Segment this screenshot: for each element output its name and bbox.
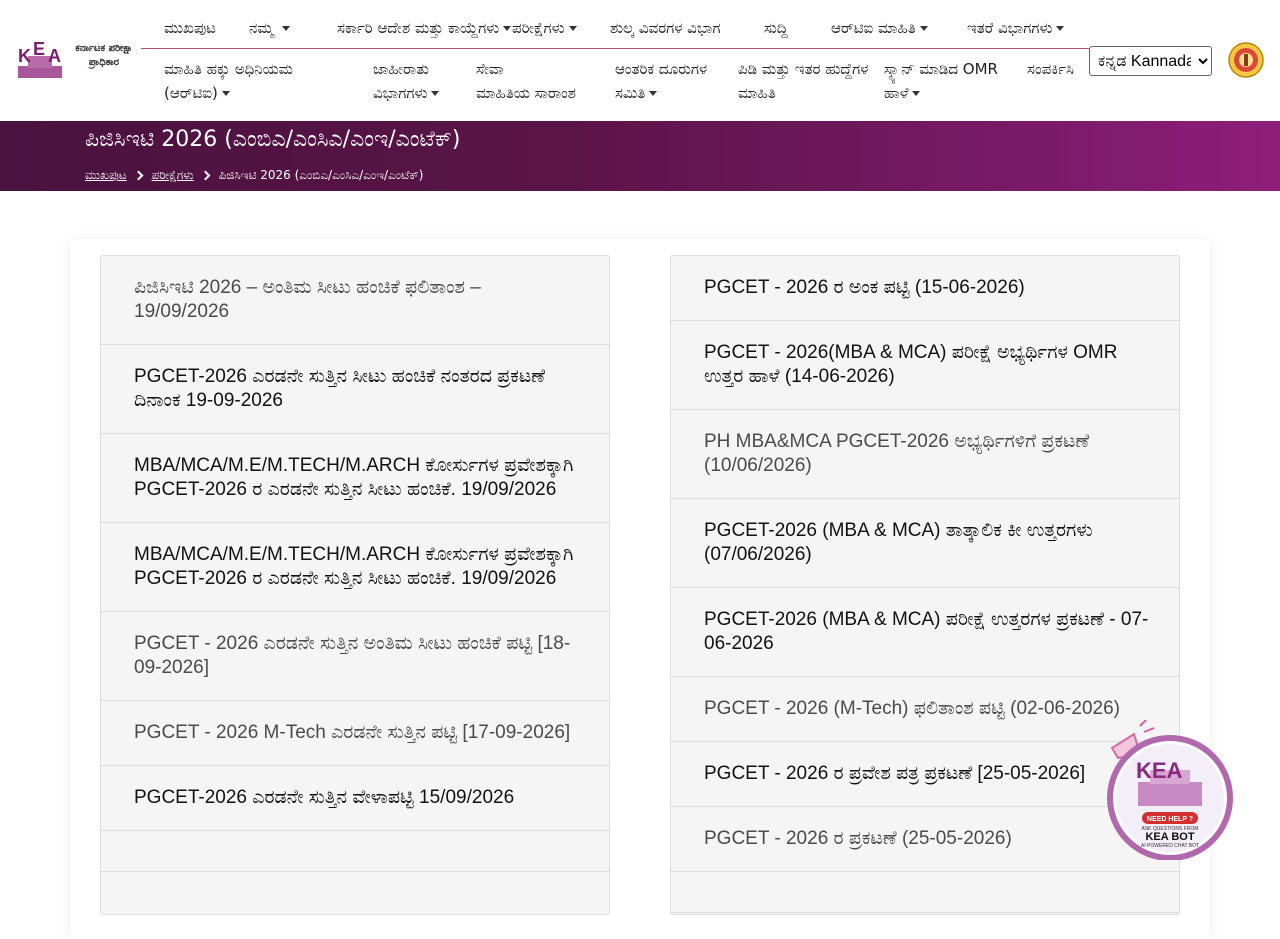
nav-about-label: ನಮ್ಮ xyxy=(249,19,279,37)
list-item-text: PGCET-2026 (MBA & MCA) ತಾತ್ಕಾಲಿಕ ಕೀ ಉತ್ತ… xyxy=(704,520,1093,565)
breadcrumb-home[interactable]: ಮುಖಪುಟ xyxy=(85,166,127,184)
bot-powered: AI POWERED CHAT BOT xyxy=(1141,843,1199,849)
list-item-text: PGCET - 2026 ರ ಅಂಕ ಪಟ್ಟಿ (15-06-2026) xyxy=(704,277,1025,298)
nav-pd-posts[interactable]: ಪಿಡಿ ಮತ್ತು ಇತರ ಹುದ್ದೆಗಳ ಮಾಹಿತಿ xyxy=(738,57,868,105)
nav-exams-label: ಪರೀಕ್ಷೆಗಳು xyxy=(512,19,565,37)
notice-list-left: ಪಿಜಿಸಿಇಟಿ 2026 – ಅಂತಿಮ ಸೀಟು ಹಂಚಿಕೆ ಫಲಿತಾ… xyxy=(100,255,610,915)
list-item-text: PGCET - 2026 M-Tech ಎರಡನೇ ಸುತ್ತಿನ ಪಟ್ಟಿ … xyxy=(134,722,571,743)
list-item[interactable]: PGCET-2026 ಎರಡನೇ ಸುತ್ತಿನ ವೇಳಾಪಟ್ಟಿ 15/09… xyxy=(101,766,609,831)
bot-need-help: NEED HELP ? xyxy=(1147,816,1193,823)
nav-rti-act-line2-text: (ಆರ್‌ಟಿಐ) xyxy=(164,84,218,102)
list-item[interactable]: PH MBA&MCA PGCET-2026 ಅಭ್ಯರ್ಥಿಗಳಿಗೆ ಪ್ರಕ… xyxy=(671,410,1179,499)
list-item[interactable] xyxy=(101,831,609,872)
nav-internal-committee[interactable]: ಆಂತರಿಕ ದೂರುಗಳ ಸಮಿತಿ xyxy=(615,57,707,105)
nav-about[interactable]: ನಮ್ಮ xyxy=(249,16,290,40)
nav-pd-posts-line2: ಮಾಹಿತಿ xyxy=(738,84,776,102)
nav-other-sections[interactable]: ಇತರೆ ವಿಭಾಗಗಳು xyxy=(967,16,1064,40)
nav-scanned-omr-line2-text: ಹಾಳೆ xyxy=(884,84,909,102)
nav-scanned-omr-line1: ಸ್ಕ್ಯಾನ್ ಮಾಡಿದ OMR xyxy=(884,60,998,78)
nav-home[interactable]: ಮುಖಪುಟ xyxy=(164,16,216,40)
nav-contact[interactable]: ಸಂಪರ್ಕಿಸಿ xyxy=(1027,57,1089,81)
breadcrumb-exams[interactable]: ಪರೀಕ್ಷೆಗಳು xyxy=(152,166,194,184)
chevron-right-icon xyxy=(200,170,211,180)
nav-service-summary-line2: ಮಾಹಿತಿಯ ಸಾರಾಂಶ xyxy=(476,84,577,102)
list-item-text: PGCET-2026 ಎರಡನೇ ಸುತ್ತಿನ ವೇಳಾಪಟ್ಟಿ 15/09… xyxy=(134,787,515,808)
nav-advertisements-line2: ವಿಭಾಗಗಳು xyxy=(373,81,439,105)
list-item[interactable]: PGCET-2026 (MBA & MCA) ತಾತ್ಕಾಲಿಕ ಕೀ ಉತ್ತ… xyxy=(671,499,1179,588)
list-item[interactable]: PGCET - 2026 ರ ಪ್ರಕಟಣೆ (25-05-2026) xyxy=(671,807,1179,872)
list-item[interactable]: PGCET - 2026 M-Tech ಎರಡನೇ ಸುತ್ತಿನ ಪಟ್ಟಿ … xyxy=(101,701,609,766)
bot-logo-letter-k: KEA xyxy=(1136,758,1183,783)
kea-logo-mark-icon: K E A xyxy=(18,40,62,78)
list-item-text: PH MBA&MCA PGCET-2026 ಅಭ್ಯರ್ಥಿಗಳಿಗೆ ಪ್ರಕ… xyxy=(704,431,1090,476)
list-item-text: PGCET - 2026 ರ ಪ್ರವೇಶ ಪತ್ರ ಪ್ರಕಟಣೆ [25-0… xyxy=(704,763,1086,784)
list-item-text: PGCET-2026 ಎರಡನೇ ಸುತ್ತಿನ ಸೀಟು ಹಂಚಿಕೆ ನಂತ… xyxy=(134,366,546,411)
nav-rti-act-line1: ಮಾಹಿತಿ ಹಕ್ಕು ಅಧಿನಿಯಮ xyxy=(164,60,293,78)
list-item-text: MBA/MCA/M.E/M.TECH/M.ARCH ಕೋರ್ಸುಗಳ ಪ್ರವೇ… xyxy=(134,544,574,589)
site-header: K E A ಕರ್ನಾಟಕ ಪರೀಕ್ಷಾ ಪ್ರಾಧಿಕಾರ ಮುಖಪುಟ ನ… xyxy=(0,0,1280,121)
nav-advertisements-line2-text: ವಿಭಾಗಗಳು xyxy=(373,84,428,102)
nav-rti-act[interactable]: ಮಾಹಿತಿ ಹಕ್ಕು ಅಧಿನಿಯಮ (ಆರ್‌ಟಿಐ) xyxy=(164,57,293,105)
list-item[interactable]: PGCET - 2026 (M-Tech) ಫಲಿತಾಂಶ ಪಟ್ಟಿ (02-… xyxy=(671,677,1179,742)
nav-scanned-omr[interactable]: ಸ್ಕ್ಯಾನ್ ಮಾಡಿದ OMR ಹಾಳೆ xyxy=(884,57,998,105)
list-item[interactable]: PGCET - 2026(MBA & MCA) ಪರೀಕ್ಷೆ ಅಭ್ಯರ್ಥಿ… xyxy=(671,321,1179,410)
nav-internal-committee-line2-text: ಸಮಿತಿ xyxy=(615,84,646,102)
list-item[interactable]: PGCET - 2026 ರ ಅಂಕ ಪಟ್ಟಿ (15-06-2026) xyxy=(671,256,1179,321)
bot-name: KEA BOT xyxy=(1145,831,1194,843)
nav-fee-details[interactable]: ಶುಲ್ಕ ವಿವರಗಳ ವಿಭಾಗ xyxy=(610,16,721,40)
list-item[interactable]: MBA/MCA/M.E/M.TECH/M.ARCH ಕೋರ್ಸುಗಳ ಪ್ರವೇ… xyxy=(101,523,609,612)
list-item[interactable]: PGCET - 2026 ಎರಡನೇ ಸುತ್ತಿನ ಅಂತಿಮ ಸೀಟು ಹಂ… xyxy=(101,612,609,701)
language-select[interactable]: ಕನ್ನಡ Kannada English xyxy=(1089,46,1212,76)
nav-govt-orders[interactable]: ಸರ್ಕಾರಿ ಆದೇಶ ಮತ್ತು ಕಾಯ್ದೆಗಳು xyxy=(337,16,511,40)
nav-pd-posts-line1: ಪಿಡಿ ಮತ್ತು ಇತರ ಹುದ್ದೆಗಳ xyxy=(738,60,869,78)
list-item-text: PGCET - 2026 ಎರಡನೇ ಸುತ್ತಿನ ಅಂತಿಮ ಸೀಟು ಹಂ… xyxy=(134,633,571,678)
nav-exams[interactable]: ಪರೀಕ್ಷೆಗಳು xyxy=(512,16,577,40)
page-title: ಪಿಜಿಸಿಇಟಿ 2026 (ಎಂಬಿಎ/ಎಂಸಿಎ/ಎಂಇ/ಎಂಟೆಕ್) xyxy=(85,127,461,152)
nav-govt-orders-label: ಸರ್ಕಾರಿ ಆದೇಶ ಮತ್ತು ಕಾಯ್ದೆಗಳು xyxy=(337,19,500,37)
list-item[interactable]: PGCET-2026 ಎರಡನೇ ಸುತ್ತಿನ ಸೀಟು ಹಂಚಿಕೆ ನಂತ… xyxy=(101,345,609,434)
chevron-right-icon xyxy=(133,170,144,180)
list-item-text: PGCET - 2026 ರ ಪ್ರಕಟಣೆ (25-05-2026) xyxy=(704,828,1012,849)
nav-service-summary-line1: ಸೇವಾ xyxy=(476,60,504,78)
list-item-text: PGCET-2026 (MBA & MCA) ಪರೀಕ್ಷೆ ಉತ್ತರಗಳ ಪ… xyxy=(704,609,1149,654)
list-item-text: PGCET - 2026(MBA & MCA) ಪರೀಕ್ಷೆ ಅಭ್ಯರ್ಥಿ… xyxy=(704,342,1118,387)
svg-text:A: A xyxy=(48,46,61,66)
list-item[interactable] xyxy=(671,872,1179,913)
svg-text:K: K xyxy=(18,46,31,66)
breadcrumb: ಮುಖಪುಟ ಪರೀಕ್ಷೆಗಳು ಪಿಜಿಸಿಇಟಿ 2026 (ಎಂಬಿಎ/… xyxy=(85,166,423,184)
list-item[interactable]: ಪಿಜಿಸಿಇಟಿ 2026 – ಅಂತಿಮ ಸೀಟು ಹಂಚಿಕೆ ಫಲಿತಾ… xyxy=(101,256,609,345)
nav-internal-committee-line2: ಸಮಿತಿ xyxy=(615,81,707,105)
svg-text:E: E xyxy=(33,40,45,59)
nav-service-summary[interactable]: ಸೇವಾ ಮಾಹಿತಿಯ ಸಾರಾಂಶ xyxy=(476,57,576,105)
list-item-text: PGCET - 2026 (M-Tech) ಫಲಿತಾಂಶ ಪಟ್ಟಿ (02-… xyxy=(704,698,1121,719)
list-item[interactable]: MBA/MCA/M.E/M.TECH/M.ARCH ಕೋರ್ಸುಗಳ ಪ್ರವೇ… xyxy=(101,434,609,523)
list-item[interactable]: PGCET - 2026 ರ ಪ್ರವೇಶ ಪತ್ರ ಪ್ರಕಟಣೆ [25-0… xyxy=(671,742,1179,807)
nav-scanned-omr-line2: ಹಾಳೆ xyxy=(884,81,998,105)
nav-rti-act-line2: (ಆರ್‌ಟಿಐ) xyxy=(164,81,293,105)
nav-divider xyxy=(141,48,1089,49)
karnataka-emblem-icon xyxy=(1228,42,1264,78)
nav-rti-info-label: ಆರ್‌ಟಿಐ ಮಾಹಿತಿ xyxy=(831,19,916,37)
logo-text: ಕರ್ನಾಟಕ ಪರೀಕ್ಷಾ ಪ್ರಾಧಿಕಾರ xyxy=(75,43,133,68)
nav-advertisements-line1: ಜಾಹೀರಾತು xyxy=(373,60,429,78)
nav-news[interactable]: ಸುದ್ದಿ xyxy=(764,16,788,40)
kea-logo[interactable]: K E A ಕರ್ನಾಟಕ ಪರೀಕ್ಷಾ ಪ್ರಾಧಿಕಾರ xyxy=(16,40,141,80)
kea-bot-chat-button[interactable]: KEA NEED HELP ? ASK QUESTIONS FROM KEA B… xyxy=(1104,720,1234,860)
nav-other-sections-label: ಇತರೆ ವಿಭಾಗಗಳು xyxy=(967,19,1053,37)
breadcrumb-current: ಪಿಜಿಸಿಇಟಿ 2026 (ಎಂಬಿಎ/ಎಂಸಿಎ/ಎಂಇ/ಎಂಟೆಕ್) xyxy=(218,168,424,182)
nav-rti-info[interactable]: ಆರ್‌ಟಿಐ ಮಾಹಿತಿ xyxy=(831,16,928,40)
nav-internal-committee-line1: ಆಂತರಿಕ ದೂರುಗಳ xyxy=(615,60,708,78)
list-item-text: ಪಿಜಿಸಿಇಟಿ 2026 – ಅಂತಿಮ ಸೀಟು ಹಂಚಿಕೆ ಫಲಿತಾ… xyxy=(134,277,481,322)
list-item[interactable]: PGCET-2026 (MBA & MCA) ಪರೀಕ್ಷೆ ಉತ್ತರಗಳ ಪ… xyxy=(671,588,1179,677)
list-item-text: MBA/MCA/M.E/M.TECH/M.ARCH ಕೋರ್ಸುಗಳ ಪ್ರವೇ… xyxy=(134,455,574,500)
nav-advertisements[interactable]: ಜಾಹೀರಾತು ವಿಭಾಗಗಳು xyxy=(373,57,439,105)
